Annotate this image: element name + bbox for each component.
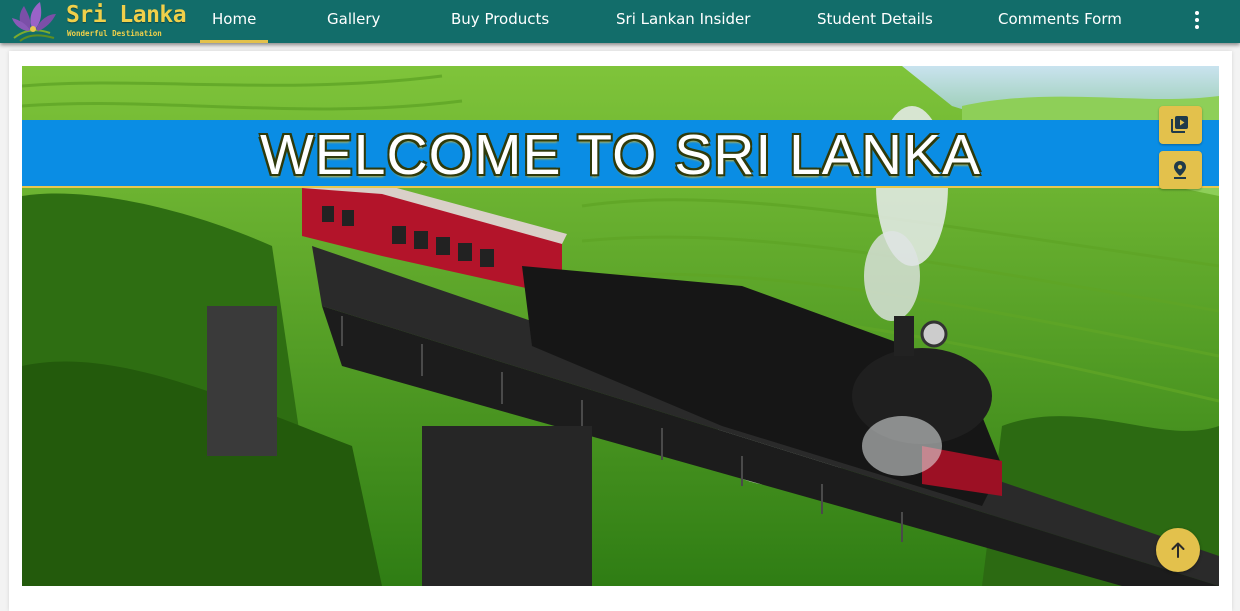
nav-item-gallery[interactable]: Gallery (327, 0, 380, 43)
map-pin-icon (1174, 161, 1186, 179)
arrow-up-icon (1171, 542, 1185, 558)
lotus-flower-logo-icon (12, 2, 56, 42)
brand-logo[interactable]: Sri Lanka Wonderful Destination (10, 0, 187, 43)
nav-item-comments-form[interactable]: Comments Form (998, 0, 1122, 43)
nav-item-home[interactable]: Home (199, 0, 269, 43)
top-navigation-bar: Sri Lanka Wonderful Destination Home Gal… (0, 0, 1240, 43)
scroll-to-top-button[interactable] (1156, 528, 1200, 572)
welcome-banner: WELCOME TO SRI LANKA (22, 120, 1219, 188)
video-library-button[interactable] (1159, 106, 1202, 144)
nav-item-buy-products[interactable]: Buy Products (451, 0, 549, 43)
nav-item-sri-lankan-insider[interactable]: Sri Lankan Insider (616, 0, 750, 43)
location-button[interactable] (1159, 151, 1202, 189)
brand-tagline: Wonderful Destination (67, 29, 162, 38)
brand-title: Sri Lanka (66, 2, 187, 28)
welcome-banner-text: WELCOME TO SRI LANKA (259, 123, 982, 187)
video-library-icon (1171, 116, 1188, 133)
more-vertical-icon[interactable] (1186, 9, 1208, 31)
nav-item-student-details[interactable]: Student Details (817, 0, 933, 43)
